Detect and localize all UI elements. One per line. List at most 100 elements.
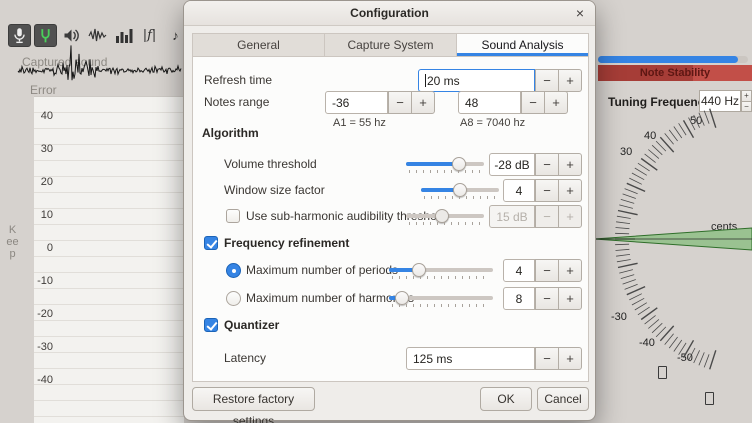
toolbar-button-speaker[interactable] [60,24,83,47]
error-axis-tick: -20 [36,308,53,320]
error-axis-tick: -40 [36,374,53,386]
ok-button[interactable]: OK [480,387,532,411]
dial-tick-label: 40 [644,130,656,142]
tuning-frequency-label: Tuning Frequency [608,95,711,109]
slider-ticks [409,170,481,173]
max-harmonics-increment-button[interactable]: + [558,287,582,310]
max-harmonics-input[interactable]: 8 [503,287,535,310]
notes-range-max-input[interactable]: 48 [458,91,521,114]
bar-chart-icon [112,24,135,47]
tuning-frequency-decrement-button[interactable]: − [741,101,752,112]
max-periods-value: 4 [516,264,523,278]
tuning-frequency-stepper: + − [741,90,752,112]
level-slider[interactable] [598,56,748,63]
dial-tick-label: -30 [611,311,627,323]
slider-handle[interactable] [453,183,467,197]
notes-range-min-increment-button[interactable]: + [411,91,435,114]
slider-handle[interactable] [395,291,409,305]
window-size-factor-increment-button[interactable]: + [558,179,582,202]
window-size-factor-label: Window size factor [224,183,325,198]
notes-range-min-input[interactable]: -36 [325,91,388,114]
slider-trough [389,268,493,272]
text-caret [425,74,426,87]
close-button[interactable]: × [576,1,584,26]
subharmonic-increment-button: + [558,205,582,228]
volume-threshold-decrement-button[interactable]: − [535,153,559,176]
dialog-titlebar[interactable]: Configuration × [184,1,595,26]
waveform-icon [86,24,109,47]
quantizer-label: Quantizer [224,318,279,333]
error-axis-tick: 30 [36,143,53,155]
latency-value: 125 ms [413,352,452,366]
tab-general[interactable]: General [193,34,325,56]
toolbar-button-tuning-fork[interactable] [34,24,57,47]
dial-tick-label: 30 [620,146,632,158]
refresh-time-input[interactable]: 20 ms [418,69,535,92]
cents-unit-label: cents [711,221,737,233]
dial-tick-label: 50 [690,115,702,127]
configuration-dialog: Configuration × General Capture System S… [183,0,596,421]
tab-capture-system[interactable]: Capture System [325,34,457,56]
max-periods-input[interactable]: 4 [503,259,535,282]
unknown-glyph-icon [705,392,714,405]
toolbar-button-microphone[interactable] [8,24,31,47]
tuning-frequency-increment-button[interactable]: + [741,90,752,101]
window-size-factor-slider[interactable] [421,181,499,199]
note-stability-bar: Note Stability [598,65,752,81]
refresh-time-increment-button[interactable]: + [558,69,582,92]
volume-threshold-increment-button[interactable]: + [558,153,582,176]
refresh-time-label: Refresh time [204,73,272,88]
toolbar-button-fft[interactable]: |f| [138,24,161,47]
max-periods-radio[interactable] [226,263,241,278]
max-periods-decrement-button[interactable]: − [535,259,559,282]
frequency-refinement-checkbox[interactable] [204,236,218,250]
captured-sound-label: Captured sound [22,55,107,69]
tuning-frequency-input[interactable]: 440 Hz [699,90,741,112]
toolbar-button-waveform[interactable] [86,24,109,47]
refresh-time-decrement-button[interactable]: − [535,69,559,92]
window-size-factor-input[interactable]: 4 [503,179,535,202]
level-slider-fill [598,56,738,63]
notes-range-max-decrement-button[interactable]: − [521,91,545,114]
volume-threshold-slider[interactable] [406,155,484,173]
max-harmonics-radio[interactable] [226,291,241,306]
volume-threshold-value: -28 dB [494,158,529,172]
latency-increment-button[interactable]: + [558,347,582,370]
restore-factory-settings-button[interactable]: Restore factory settings [192,387,315,411]
keep-button[interactable]: Keep [6,224,19,260]
note-stability-label: Note Stability [598,65,752,81]
max-periods-slider[interactable] [389,261,493,279]
subharmonic-value: 15 dB [496,210,527,224]
error-axis-tick: -30 [36,341,53,353]
max-harmonics-decrement-button[interactable]: − [535,287,559,310]
dial-tick-label: -40 [639,337,655,349]
max-harmonics-value: 8 [516,292,523,306]
notes-range-max-increment-button[interactable]: + [544,91,568,114]
slider-ticks [409,222,481,225]
latency-input[interactable]: 125 ms [406,347,535,370]
tab-sound-analysis[interactable]: Sound Analysis [457,34,588,56]
error-axis-tick: -10 [36,275,53,287]
slider-handle[interactable] [412,263,426,277]
window-size-factor-decrement-button[interactable]: − [535,179,559,202]
algorithm-section-title: Algorithm [202,126,259,141]
notes-range-min-decrement-button[interactable]: − [388,91,412,114]
slider-trough [406,162,484,166]
latency-decrement-button[interactable]: − [535,347,559,370]
window-size-factor-value: 4 [516,184,523,198]
slider-handle[interactable] [452,157,466,171]
tab-bar: General Capture System Sound Analysis [192,33,589,57]
notes-range-label: Notes range [204,95,269,110]
speaker-icon [60,24,83,47]
quantizer-checkbox[interactable] [204,318,218,332]
cancel-button[interactable]: Cancel [537,387,589,411]
notes-range-min-hint: A1 = 55 hz [333,117,386,129]
notes-range-max-hint: A8 = 7040 hz [460,117,525,129]
slider-handle[interactable] [435,209,449,223]
volume-threshold-input[interactable]: -28 dB [489,153,535,176]
subharmonic-slider[interactable] [406,207,484,225]
toolbar-button-statistics[interactable] [112,24,135,47]
max-periods-increment-button[interactable]: + [558,259,582,282]
subharmonic-checkbox[interactable] [226,209,240,223]
max-harmonics-slider[interactable] [389,289,493,307]
